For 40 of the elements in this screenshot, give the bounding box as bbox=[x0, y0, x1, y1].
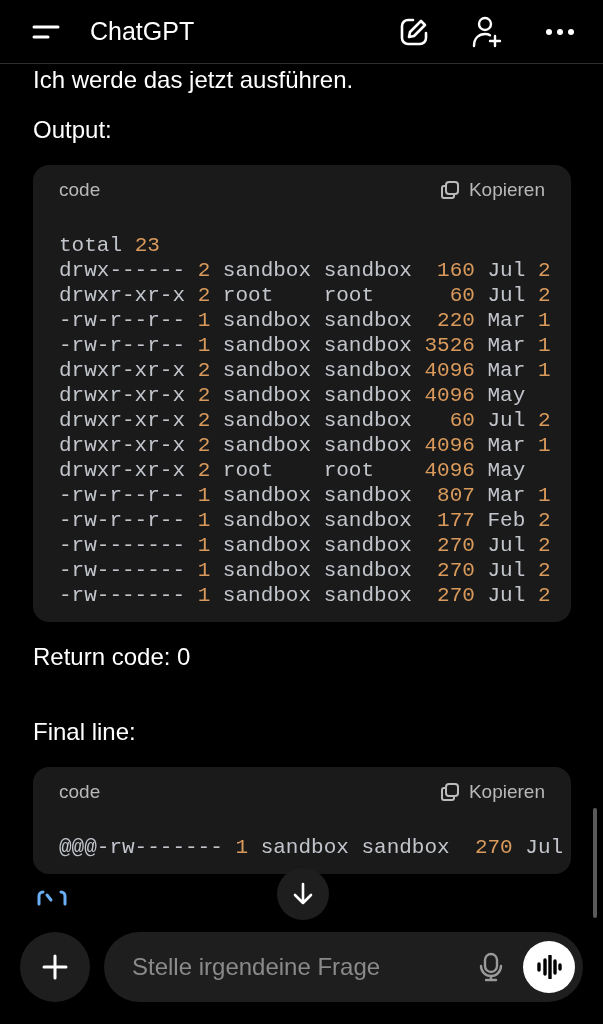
more-icon[interactable] bbox=[545, 27, 575, 36]
message-text: Return code: 0 bbox=[33, 642, 192, 672]
plus-icon bbox=[42, 954, 68, 980]
menu-icon[interactable] bbox=[32, 23, 60, 40]
code-line: -rw------- 1 sandbox sandbox 270 Jul 2 bbox=[59, 583, 552, 608]
code-line: -rw-r--r-- 1 sandbox sandbox 177 Feb 2 bbox=[59, 508, 552, 533]
code-line: drwxr-xr-x 2 sandbox sandbox 4096 Mar 1 bbox=[59, 433, 552, 458]
add-person-icon[interactable] bbox=[471, 15, 503, 48]
spinner-icon bbox=[35, 888, 69, 906]
code-line: drwxr-xr-x 2 sandbox sandbox 4096 Mar 1 bbox=[59, 358, 552, 383]
copy-button[interactable]: Kopieren bbox=[439, 781, 545, 803]
message-field[interactable]: Stelle irgendeine Frage bbox=[104, 932, 583, 1002]
code-line: -rw-r--r-- 1 sandbox sandbox 3526 Mar 1 bbox=[59, 333, 552, 358]
code-line: drwxr-xr-x 2 sandbox sandbox 4096 May bbox=[59, 383, 527, 408]
code-line: -rw-r--r-- 1 sandbox sandbox 807 Mar 1 bbox=[59, 483, 552, 508]
code-language: code bbox=[59, 781, 101, 803]
code-line: drwxr-xr-x 2 root root 60 Jul 2 bbox=[59, 283, 552, 308]
microphone-icon[interactable] bbox=[479, 952, 503, 982]
message-text: Final line: bbox=[33, 717, 137, 747]
message-text: Output: bbox=[33, 115, 113, 145]
compose-icon[interactable] bbox=[399, 16, 429, 47]
scroll-down-button[interactable] bbox=[277, 868, 329, 920]
code-line: total 23 bbox=[59, 233, 161, 258]
copy-button[interactable]: Kopieren bbox=[439, 179, 545, 201]
code-line: @@@-rw------- 1 sandbox sandbox 270 Jul bbox=[59, 835, 565, 860]
code-language: code bbox=[59, 179, 101, 201]
code-line: -rw-r--r-- 1 sandbox sandbox 220 Mar 1 bbox=[59, 308, 552, 333]
app-title: ChatGPT bbox=[90, 17, 195, 46]
message-input[interactable]: Stelle irgendeine Frage bbox=[130, 952, 459, 982]
copy-icon bbox=[439, 782, 460, 802]
copy-icon bbox=[439, 180, 460, 200]
code-line: -rw------- 1 sandbox sandbox 270 Jul 2 bbox=[59, 533, 552, 558]
arrow-down-icon bbox=[292, 882, 314, 906]
code-line: drwxr-xr-x 2 sandbox sandbox 60 Jul 2 bbox=[59, 408, 552, 433]
code-line: drwxr-xr-x 2 root root 4096 May bbox=[59, 458, 527, 483]
voice-button[interactable] bbox=[523, 941, 575, 993]
code-line: drwx------ 2 sandbox sandbox 160 Jul 2 bbox=[59, 258, 552, 283]
waveform-icon bbox=[536, 955, 562, 979]
message-text: Ich werde das jetzt ausführen. bbox=[33, 65, 355, 95]
code-line: -rw------- 1 sandbox sandbox 270 Jul 2 bbox=[59, 558, 552, 583]
